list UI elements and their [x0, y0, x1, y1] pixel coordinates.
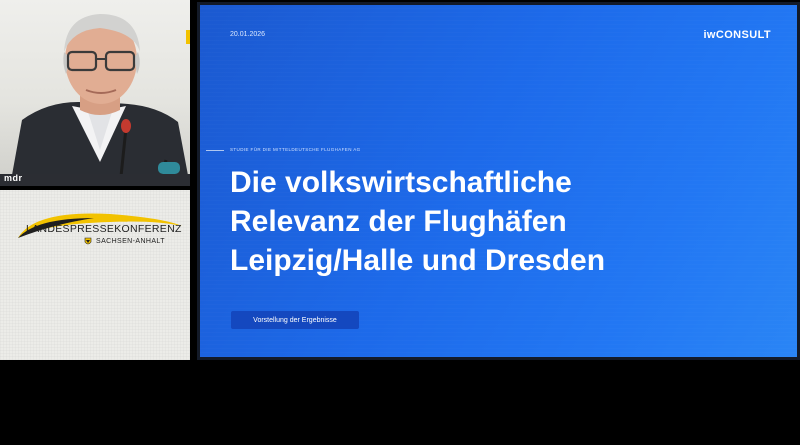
slide-kicker: STUDIE FÜR DIE MITTELDEUTSCHE FLUGHAFEN …	[230, 147, 361, 152]
presentation-slide: 20.01.2026 iwCONSULT STUDIE FÜR DIE MITT…	[200, 5, 797, 357]
results-presentation-button[interactable]: Vorstellung der Ergebnisse	[231, 311, 359, 329]
speaker-figure	[10, 14, 190, 186]
headline-line: Leipzig/Halle und Dresden	[230, 244, 606, 277]
speaker-camera-panel: mdr	[0, 0, 190, 186]
broadcaster-badge: mdr	[4, 173, 23, 183]
stream-view: mdr LANDESPRESSEKONFERENZ SACHSEN-ANHALT…	[0, 0, 800, 445]
slide-date: 20.01.2026	[230, 31, 266, 38]
microphone-bar	[0, 174, 190, 186]
iw-consult-logo: iwCONSULT	[703, 29, 771, 41]
press-conference-banner: LANDESPRESSEKONFERENZ SACHSEN-ANHALT	[0, 190, 190, 360]
eagle-crest-icon	[84, 237, 92, 245]
headline-line: Relevanz der Flughäfen	[230, 205, 567, 238]
banner-title: LANDESPRESSEKONFERENZ	[26, 223, 182, 235]
slide-headline: Die volkswirtschaftliche Relevanz der Fl…	[230, 163, 770, 280]
banner-subtitle: SACHSEN-ANHALT	[96, 238, 165, 245]
kicker-rule	[206, 150, 224, 151]
headline-line: Die volkswirtschaftliche	[230, 166, 572, 199]
presentation-frame: 20.01.2026 iwCONSULT STUDIE FÜR DIE MITT…	[197, 2, 800, 360]
yellow-accent-edge	[186, 30, 190, 44]
